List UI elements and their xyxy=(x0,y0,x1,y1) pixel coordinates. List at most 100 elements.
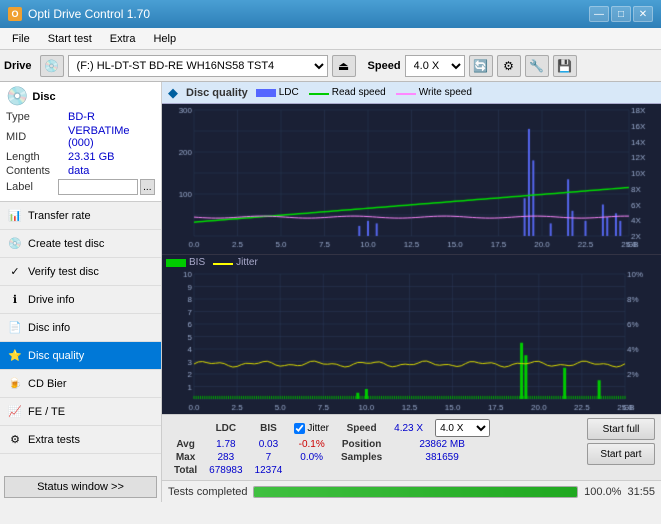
maximize-button[interactable]: □ xyxy=(611,6,631,22)
stats-panel: LDC BIS Jitter Speed 4.23 X 4.0 xyxy=(162,414,661,480)
sidebar: 💿 Disc Type BD-R MID VERBATIMe (000) Len… xyxy=(0,82,162,502)
jitter-max: 0.0% xyxy=(288,451,335,464)
jitter-avg: -0.1% xyxy=(288,438,335,451)
app-title: Opti Drive Control 1.70 xyxy=(28,7,150,21)
cd-bier-icon: 🍺 xyxy=(8,377,22,391)
titlebar: O Opti Drive Control 1.70 — □ ✕ xyxy=(0,0,661,28)
nav-create-test-disc-label: Create test disc xyxy=(28,238,104,250)
bis-total: 12374 xyxy=(249,464,289,477)
legend-bis-label: BIS xyxy=(189,257,205,268)
type-value: BD-R xyxy=(68,111,155,123)
save-button[interactable]: 💾 xyxy=(553,55,577,77)
type-label: Type xyxy=(6,111,68,123)
length-label: Length xyxy=(6,151,68,163)
ldc-total: 678983 xyxy=(203,464,248,477)
right-panel: ◆ Disc quality LDC Read speed Write spee… xyxy=(162,82,661,502)
disc-panel: 💿 Disc Type BD-R MID VERBATIMe (000) Len… xyxy=(0,82,161,202)
drive-info-icon: ℹ xyxy=(8,293,22,307)
nav-disc-info-label: Disc info xyxy=(28,322,70,334)
position-label: Position xyxy=(335,438,388,451)
legend-write-color xyxy=(396,93,416,95)
legend-write: Write speed xyxy=(396,87,472,98)
close-button[interactable]: ✕ xyxy=(633,6,653,22)
extra-empty1 xyxy=(335,464,388,477)
top-chart-canvas xyxy=(162,104,661,254)
menubar: File Start test Extra Help xyxy=(0,28,661,50)
chart-header: ◆ Disc quality LDC Read speed Write spee… xyxy=(162,82,661,104)
nav-transfer-rate-label: Transfer rate xyxy=(28,210,91,222)
nav-items: 📊 Transfer rate 💿 Create test disc ✓ Ver… xyxy=(0,202,161,454)
legend-write-label: Write speed xyxy=(419,87,472,98)
nav-drive-info[interactable]: ℹ Drive info xyxy=(0,286,161,314)
disc-quality-icon: ⭐ xyxy=(8,349,22,363)
minimize-button[interactable]: — xyxy=(589,6,609,22)
legend-read: Read speed xyxy=(309,87,386,98)
samples-label: Samples xyxy=(335,451,388,464)
col-jitter-check: Jitter xyxy=(288,418,335,438)
label-input[interactable] xyxy=(58,179,138,195)
nav-transfer-rate[interactable]: 📊 Transfer rate xyxy=(0,202,161,230)
label-browse-button[interactable]: ... xyxy=(140,179,155,195)
nav-verify-test-disc[interactable]: ✓ Verify test disc xyxy=(0,258,161,286)
drive-icon: 💿 xyxy=(40,55,64,77)
refresh-button[interactable]: 🔄 xyxy=(469,55,493,77)
start-buttons: Start full Start part xyxy=(587,418,655,465)
speed-select[interactable]: 4.0 X 2.0 X 6.0 X 8.0 X xyxy=(405,55,465,77)
nav-cd-bier[interactable]: 🍺 CD Bier xyxy=(0,370,161,398)
legend-ldc-label: LDC xyxy=(279,87,299,98)
legend-jitter: Jitter xyxy=(213,257,258,268)
progress-percent: 100.0% xyxy=(584,486,621,498)
ldc-avg: 1.78 xyxy=(203,438,248,451)
drive-select[interactable]: (F:) HL-DT-ST BD-RE WH16NS58 TST4 xyxy=(68,55,328,77)
fe-te-icon: 📈 xyxy=(8,405,22,419)
status-window-button[interactable]: Status window >> xyxy=(4,476,157,498)
create-test-disc-icon: 💿 xyxy=(8,237,22,251)
nav-fe-te[interactable]: 📈 FE / TE xyxy=(0,398,161,426)
main-content: 💿 Disc Type BD-R MID VERBATIMe (000) Len… xyxy=(0,82,661,502)
extra-empty2 xyxy=(388,464,429,477)
nav-disc-info[interactable]: 📄 Disc info xyxy=(0,314,161,342)
col-speed-val: 4.23 X xyxy=(388,418,429,438)
nav-drive-info-label: Drive info xyxy=(28,294,74,306)
samples-value: 381659 xyxy=(388,451,496,464)
nav-disc-quality-label: Disc quality xyxy=(28,350,84,362)
menu-help[interactable]: Help xyxy=(145,31,184,47)
progress-track xyxy=(253,486,578,498)
legend-jitter-label: Jitter xyxy=(236,257,258,268)
speed-result-select[interactable]: 4.0 X xyxy=(435,419,490,437)
nav-create-test-disc[interactable]: 💿 Create test disc xyxy=(0,230,161,258)
jitter-checkbox[interactable] xyxy=(294,423,305,434)
speed-label: Speed xyxy=(368,60,401,72)
charts-area: BIS Jitter xyxy=(162,104,661,414)
contents-label: Contents xyxy=(6,165,68,177)
bis-avg: 0.03 xyxy=(249,438,289,451)
mid-label: MID xyxy=(6,131,68,143)
nav-extra-tests[interactable]: ⚙ Extra tests xyxy=(0,426,161,454)
settings-button1[interactable]: ⚙ xyxy=(497,55,521,77)
col-speed-select-cell: 4.0 X xyxy=(429,418,496,438)
nav-cd-bier-label: CD Bier xyxy=(28,378,67,390)
app-icon: O xyxy=(8,7,22,21)
menu-extra[interactable]: Extra xyxy=(102,31,144,47)
max-label: Max xyxy=(168,451,203,464)
start-full-button[interactable]: Start full xyxy=(587,418,655,440)
top-chart xyxy=(162,104,661,255)
disc-info-icon: 📄 xyxy=(8,321,22,335)
avg-label: Avg xyxy=(168,438,203,451)
disc-panel-title: Disc xyxy=(32,91,55,103)
start-part-button[interactable]: Start part xyxy=(587,443,655,465)
menu-start-test[interactable]: Start test xyxy=(40,31,100,47)
settings-button2[interactable]: 🔧 xyxy=(525,55,549,77)
position-value: 23862 MB xyxy=(388,438,496,451)
progress-bar-area: Tests completed 100.0% 31:55 xyxy=(162,480,661,502)
bottom-chart: BIS Jitter xyxy=(162,255,661,414)
extra-empty3 xyxy=(429,464,496,477)
eject-button[interactable]: ⏏ xyxy=(332,55,356,77)
bottom-legend: BIS Jitter xyxy=(162,255,661,270)
nav-disc-quality[interactable]: ⭐ Disc quality xyxy=(0,342,161,370)
legend-ldc: LDC xyxy=(256,87,299,98)
menu-file[interactable]: File xyxy=(4,31,38,47)
nav-extra-tests-label: Extra tests xyxy=(28,434,80,446)
drive-label: Drive xyxy=(4,60,32,72)
transfer-rate-icon: 📊 xyxy=(8,209,22,223)
